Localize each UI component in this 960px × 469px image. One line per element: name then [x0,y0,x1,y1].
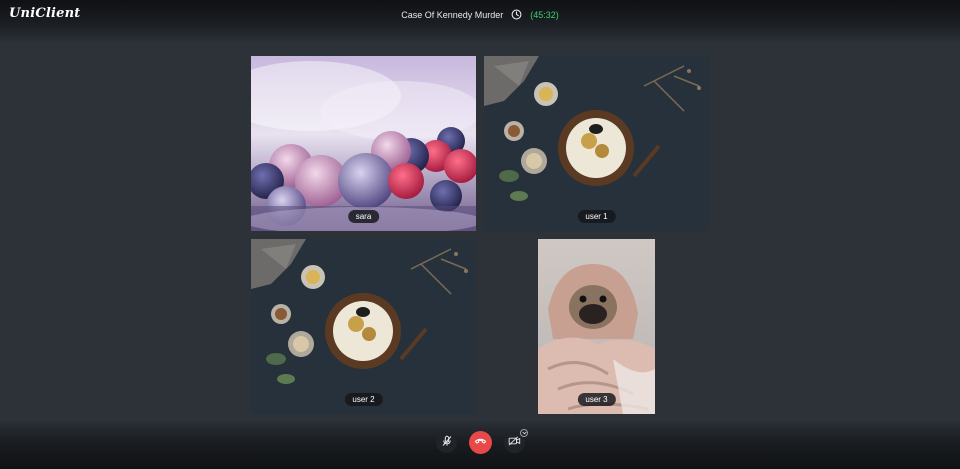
clock-icon [511,9,522,20]
participant-name-label: user 2 [344,393,383,406]
top-bar: UniClient Case Of Kennedy Murder (45:32) [0,0,960,44]
participant-name-label: user 1 [577,210,616,223]
video-tile-user-1[interactable]: user 1 [484,56,709,231]
participant-name-label: user 3 [577,393,616,406]
video-tile-user-3[interactable]: user 3 [538,239,655,414]
video-feed-food-flatlay [251,239,476,414]
video-feed-food-flatlay [484,56,709,231]
video-tile-sara[interactable]: sara [251,56,476,231]
mute-mic-button[interactable] [436,432,457,453]
call-timer: (45:32) [530,9,559,20]
participant-name-label: sara [347,210,380,223]
call-info: Case Of Kennedy Murder (45:32) [0,9,960,20]
video-tile-user-2[interactable]: user 2 [251,239,476,414]
phone-hangup-icon [474,434,487,452]
video-feed-frozen-berries [251,56,476,231]
toggle-camera-button[interactable] [504,429,528,453]
video-feed-pug-in-blanket [538,239,655,414]
chevron-down-icon[interactable] [520,429,528,437]
mic-off-icon [441,434,453,452]
call-title: Case Of Kennedy Murder [401,9,504,20]
video-off-icon [508,434,521,452]
end-call-button[interactable] [469,431,492,454]
